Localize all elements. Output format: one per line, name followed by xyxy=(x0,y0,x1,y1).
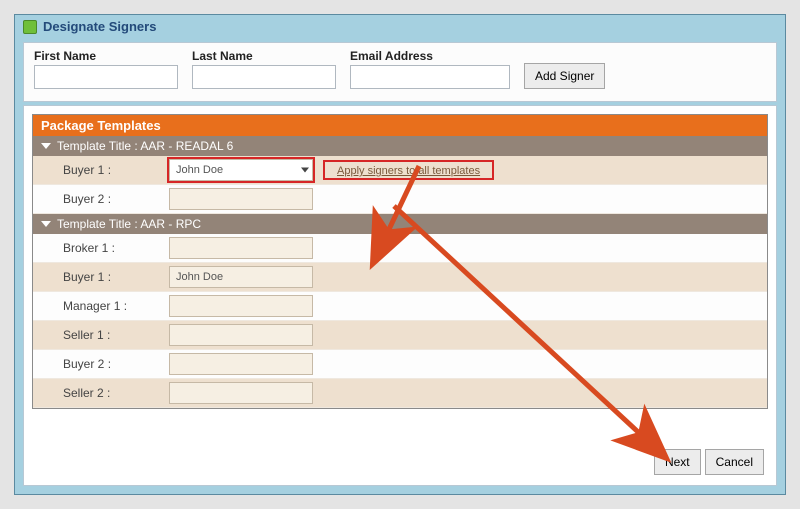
modal-titlebar: Designate Signers xyxy=(15,15,785,38)
role-label: Buyer 1 : xyxy=(63,163,159,177)
seller2-input[interactable] xyxy=(169,382,313,404)
package-templates-box: Package Templates Template Title : AAR -… xyxy=(32,114,768,409)
last-name-label: Last Name xyxy=(192,49,336,63)
role-row: Seller 1 : xyxy=(33,321,767,350)
email-label: Email Address xyxy=(350,49,510,63)
modal-footer: Next Cancel xyxy=(654,449,764,475)
designate-signers-modal: Designate Signers First Name Last Name E… xyxy=(14,14,786,495)
apply-signers-all-link[interactable]: Apply signers to all templates xyxy=(331,163,486,179)
next-button[interactable]: Next xyxy=(654,449,701,475)
role-row: Buyer 2 : xyxy=(33,185,767,214)
app-icon xyxy=(23,20,37,34)
role-label: Broker 1 : xyxy=(63,241,159,255)
role-row: Manager 1 : xyxy=(33,292,767,321)
template-roles: Broker 1 : Buyer 1 : Manager 1 : Seller … xyxy=(33,234,767,408)
add-signer-form: First Name Last Name Email Address Add S… xyxy=(23,42,777,102)
role-row: Buyer 1 : Apply signers to all templates xyxy=(33,156,767,185)
template-title: Template Title : AAR - READAL 6 xyxy=(57,139,233,153)
broker1-input[interactable] xyxy=(169,237,313,259)
role-label: Buyer 2 : xyxy=(63,357,159,371)
seller1-input[interactable] xyxy=(169,324,313,346)
role-label: Seller 1 : xyxy=(63,328,159,342)
chevron-down-icon xyxy=(41,143,51,149)
cancel-button[interactable]: Cancel xyxy=(705,449,764,475)
modal-title: Designate Signers xyxy=(43,19,156,34)
template-header[interactable]: Template Title : AAR - READAL 6 xyxy=(33,136,767,156)
add-signer-button[interactable]: Add Signer xyxy=(524,63,605,89)
role-row: Buyer 1 : xyxy=(33,263,767,292)
last-name-input[interactable] xyxy=(192,65,336,89)
first-name-field-group: First Name xyxy=(34,49,178,89)
template-title: Template Title : AAR - RPC xyxy=(57,217,201,231)
last-name-field-group: Last Name xyxy=(192,49,336,89)
email-field-group: Email Address xyxy=(350,49,510,89)
role-row: Buyer 2 : xyxy=(33,350,767,379)
role-row: Seller 2 : xyxy=(33,379,767,408)
first-name-input[interactable] xyxy=(34,65,178,89)
role-label: Seller 2 : xyxy=(63,386,159,400)
template-roles: Buyer 1 : Apply signers to all templates… xyxy=(33,156,767,214)
template-header[interactable]: Template Title : AAR - RPC xyxy=(33,214,767,234)
role-label: Buyer 2 : xyxy=(63,192,159,206)
buyer1-select[interactable] xyxy=(169,159,313,181)
buyer1-input[interactable] xyxy=(169,266,313,288)
package-templates-header: Package Templates xyxy=(33,115,767,136)
role-row: Broker 1 : xyxy=(33,234,767,263)
manager1-input[interactable] xyxy=(169,295,313,317)
role-label: Manager 1 : xyxy=(63,299,159,313)
chevron-down-icon xyxy=(41,221,51,227)
buyer2-input[interactable] xyxy=(169,353,313,375)
package-templates-panel: Package Templates Template Title : AAR -… xyxy=(23,105,777,486)
role-label: Buyer 1 : xyxy=(63,270,159,284)
email-input[interactable] xyxy=(350,65,510,89)
buyer2-input[interactable] xyxy=(169,188,313,210)
first-name-label: First Name xyxy=(34,49,178,63)
